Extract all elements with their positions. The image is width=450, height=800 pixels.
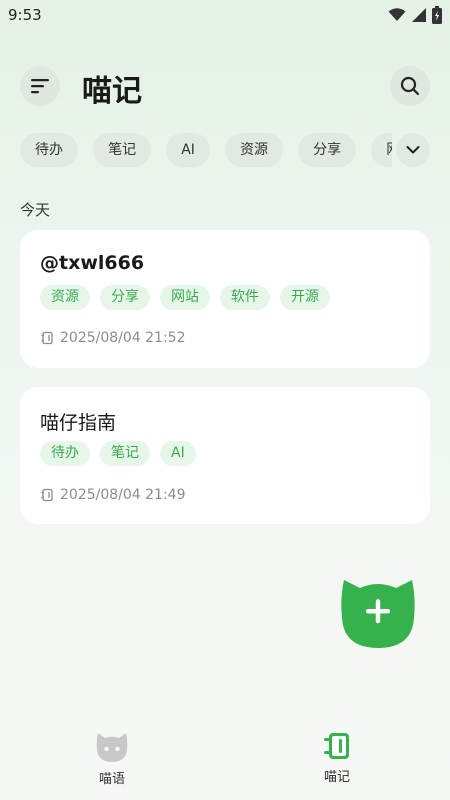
note-timestamp: 2025/08/04 21:49: [60, 487, 186, 503]
expand-chips-button[interactable]: [396, 133, 430, 167]
note-tag: AI: [160, 441, 196, 466]
page-title: 喵记: [82, 74, 142, 109]
signal-icon: [412, 8, 426, 22]
cat-face-icon: [96, 733, 128, 762]
note-tags: 资源 分享 网站 软件 开源: [40, 285, 330, 310]
filter-chip-row: 待办 笔记 AI 资源 分享 网站: [20, 133, 392, 171]
note-tag: 笔记: [100, 441, 150, 466]
note-tag: 开源: [280, 285, 330, 310]
note-tag: 资源: [40, 285, 90, 310]
search-button[interactable]: [390, 66, 430, 106]
note-timestamp: 2025/08/04 21:52: [60, 330, 186, 346]
wifi-icon: [388, 8, 406, 21]
notebook-icon: [41, 488, 53, 502]
add-note-button[interactable]: [340, 574, 416, 650]
note-title: 喵仔指南: [40, 412, 117, 434]
notebook-icon: [324, 733, 349, 759]
nav-tab-miaoji[interactable]: 喵记: [277, 730, 397, 785]
menu-icon: [31, 79, 49, 94]
note-card[interactable]: @txwl666 资源 分享 网站 软件 开源 2025/08/04 21:52: [20, 230, 430, 368]
note-tags: 待办 笔记 AI: [40, 441, 196, 466]
filter-chip[interactable]: AI: [166, 133, 210, 167]
nav-tab-miaoyu[interactable]: 喵语: [52, 730, 172, 787]
note-title: @txwl666: [40, 252, 145, 274]
filter-chip[interactable]: 笔记: [93, 133, 152, 167]
search-icon: [400, 76, 420, 96]
filter-chip[interactable]: 网站: [371, 133, 392, 167]
chevron-down-icon: [406, 146, 420, 154]
nav-label: 喵语: [98, 772, 125, 787]
menu-button[interactable]: [20, 66, 60, 106]
filter-chip[interactable]: 分享: [298, 133, 357, 167]
note-tag: 分享: [100, 285, 150, 310]
note-meta: 2025/08/04 21:52: [40, 330, 186, 346]
note-tag: 软件: [220, 285, 270, 310]
section-label-today: 今天: [20, 201, 51, 219]
filter-chip[interactable]: 待办: [20, 133, 78, 167]
note-tag: 待办: [40, 441, 90, 466]
filter-chip[interactable]: 资源: [225, 133, 283, 167]
nav-label: 喵记: [323, 770, 350, 785]
battery-icon: [432, 6, 442, 24]
status-icons: [388, 6, 442, 24]
note-card[interactable]: 喵仔指南 待办 笔记 AI 2025/08/04 21:49: [20, 387, 430, 524]
note-meta: 2025/08/04 21:49: [40, 487, 186, 503]
notebook-icon: [41, 331, 53, 345]
bottom-navigation: 喵语 喵记: [0, 730, 450, 800]
status-bar: 9:53: [0, 0, 450, 32]
cat-add-icon: [341, 580, 415, 648]
app-header: 喵记: [0, 62, 450, 109]
status-time: 9:53: [8, 6, 42, 24]
note-tag: 网站: [160, 285, 210, 310]
